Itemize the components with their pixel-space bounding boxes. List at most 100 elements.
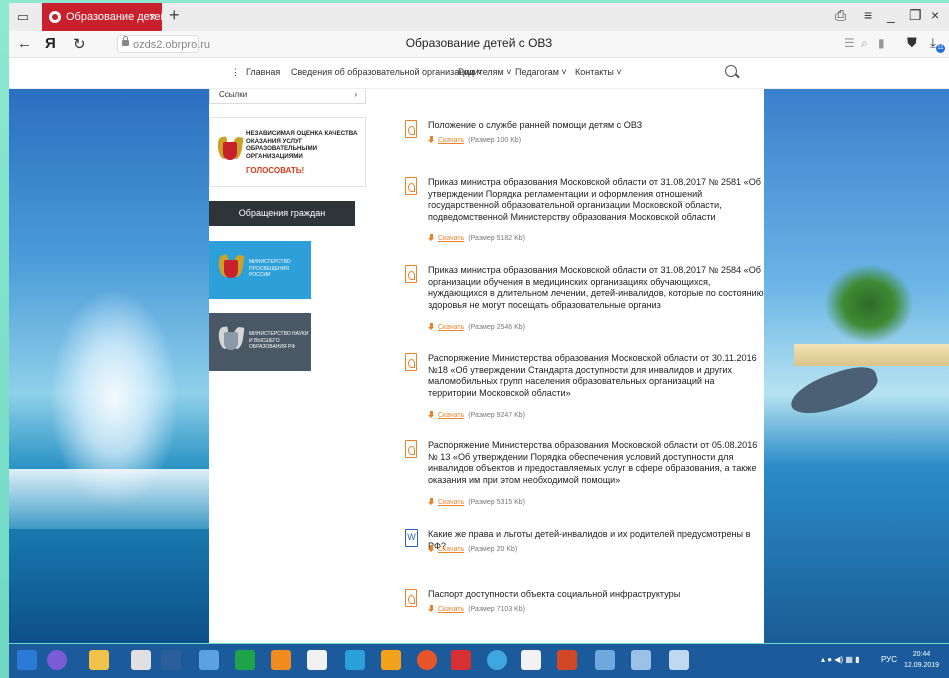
download-icon — [428, 323, 435, 330]
cortana-icon[interactable] — [47, 650, 67, 670]
download-icon — [428, 136, 435, 143]
tab-title: Образование детей с С — [66, 11, 162, 23]
document-meta: Скачать (Размер 5182 Kb) — [428, 234, 525, 242]
document-title[interactable]: Приказ министра образования Московской о… — [428, 177, 765, 223]
start-button-icon[interactable] — [17, 650, 37, 670]
pdf-icon[interactable] — [405, 177, 417, 195]
powerpoint-icon[interactable] — [557, 650, 577, 670]
chrome-icon[interactable] — [487, 650, 507, 670]
yandex-browser-icon[interactable] — [521, 650, 541, 670]
sidebar-links-item[interactable]: Ссылки › — [209, 89, 366, 104]
ministry-science-text: Министерство науки и высшего образования… — [249, 331, 309, 350]
document-title[interactable]: Приказ министра образования Московской о… — [428, 265, 765, 311]
ministry-science-emblem-icon — [217, 325, 245, 359]
bookmarks-panel-icon[interactable]: ⎙ — [835, 7, 846, 24]
download-icon — [428, 411, 435, 418]
system-clock[interactable]: 20:44 12.09.2019 — [904, 649, 939, 671]
file-size: (Размер 20 Kb) — [468, 546, 518, 553]
minimize-icon[interactable]: _ — [887, 7, 895, 23]
download-icon — [428, 234, 435, 241]
close-window-icon[interactable]: × — [931, 7, 939, 23]
document-title[interactable]: Распоряжение Министерства образования Мо… — [428, 353, 765, 399]
home-icon[interactable] — [131, 650, 151, 670]
file-explorer-icon[interactable] — [89, 650, 109, 670]
document-meta: Скачать (Размер 5315 Kb) — [428, 498, 525, 506]
protect-icon[interactable]: ⛊ — [907, 35, 917, 51]
nav-item-about[interactable]: Сведения об образовательной организации … — [291, 67, 482, 77]
tab-close-icon[interactable]: × — [149, 3, 156, 31]
browser-menu-icon[interactable]: ≡ — [864, 7, 872, 23]
download-link[interactable]: Скачать — [438, 499, 464, 506]
nav-menu-icon[interactable]: ⋮ — [231, 67, 240, 78]
search-on-page-icon[interactable]: ⌕ — [861, 36, 868, 51]
clock-time: 20:44 — [912, 651, 931, 658]
russian-emblem-icon — [216, 135, 244, 169]
photos-icon[interactable] — [669, 650, 689, 670]
document-meta: Скачать (Размер 20 Kb) — [428, 545, 517, 553]
ministry-education-banner[interactable]: Министерство просвещения России — [209, 241, 311, 299]
search-icon[interactable] — [725, 65, 737, 77]
pdf-icon[interactable] — [405, 589, 417, 607]
wifi-app-icon[interactable] — [271, 650, 291, 670]
pdf-icon[interactable] — [405, 353, 417, 371]
tab-active[interactable]: Образование детей с С × — [42, 3, 162, 31]
new-tab-button[interactable]: + — [169, 5, 180, 26]
document-app-icon[interactable] — [307, 650, 327, 670]
pdf-icon[interactable] — [405, 440, 417, 458]
citizen-appeals-button[interactable]: Обращения граждан — [209, 201, 355, 226]
browser-window: ▭ Образование детей с С × + ⎙ ≡ _ ❐ × ← … — [9, 3, 949, 643]
background-beach-right — [764, 89, 949, 643]
nav-item-parents[interactable]: Родителям ˅ — [458, 67, 512, 77]
nav-item-teachers[interactable]: Педагогам ˅ — [515, 67, 567, 77]
mail-icon[interactable] — [199, 650, 219, 670]
nav-item-contacts[interactable]: Контакты ˅ — [575, 67, 622, 77]
browser-alt-icon[interactable] — [381, 650, 401, 670]
calendar-icon[interactable] — [235, 650, 255, 670]
dolphin-image — [785, 360, 883, 422]
download-link[interactable]: Скачать — [438, 324, 464, 331]
pdf-icon[interactable] — [405, 120, 417, 138]
document-meta: Скачать (Размер 2546 Kb) — [428, 323, 525, 331]
document-title[interactable]: Паспорт доступности объекта социальной и… — [428, 589, 765, 601]
clock-date: 12.09.2019 — [904, 662, 940, 669]
reader-mode-icon[interactable]: ☰ — [844, 36, 855, 50]
language-indicator[interactable]: РУС — [881, 655, 897, 664]
russian-emblem-icon — [217, 253, 245, 287]
download-link[interactable]: Скачать — [438, 412, 464, 419]
download-link[interactable]: Скачать — [438, 606, 464, 613]
tray-icons[interactable]: ▴ ● ◀) ▦ ▮ — [821, 655, 860, 664]
nav-item-home[interactable]: Главная — [246, 67, 280, 77]
file-size: (Размер 5315 Kb) — [468, 499, 525, 506]
bookmark-icon[interactable]: ▮ — [878, 36, 885, 50]
at-app-icon[interactable] — [345, 650, 365, 670]
background-sea-left — [9, 89, 209, 643]
restore-icon[interactable]: ❐ — [909, 7, 922, 24]
document-meta: Скачать (Размер 7103 Kb) — [428, 605, 525, 613]
tab-bar: ▭ Образование детей с С × + ⎙ ≡ _ ❐ × — [9, 3, 949, 31]
downloads-badge: 11 — [936, 44, 945, 53]
download-icon — [428, 545, 435, 552]
document-title[interactable]: Распоряжение Министерства образования Мо… — [428, 440, 765, 486]
wave-image — [9, 469, 209, 529]
tabs-overview-icon[interactable]: ▭ — [15, 9, 31, 25]
site-navigation: ⋮ Главная Сведения об образовательной ор… — [9, 58, 949, 89]
opera-icon[interactable] — [417, 650, 437, 670]
file-size: (Размер 7103 Kb) — [468, 606, 525, 613]
computer-icon[interactable] — [161, 650, 181, 670]
downloads-icon[interactable]: ⤓ — [930, 35, 936, 51]
download-link[interactable]: Скачать — [438, 137, 464, 144]
download-icon — [428, 605, 435, 612]
chevron-right-icon: › — [354, 90, 357, 99]
address-bar: ← Я ↻ ozds2.obrpro.ru Образование детей … — [9, 31, 949, 58]
pdf-icon[interactable] — [405, 265, 417, 283]
ministry-science-banner[interactable]: Министерство науки и высшего образования… — [209, 313, 311, 371]
paint3d-icon[interactable] — [631, 650, 651, 670]
paint-icon[interactable] — [595, 650, 615, 670]
independent-assessment-banner[interactable]: Независимая оценка качества оказания усл… — [209, 117, 366, 187]
vote-link[interactable]: ГОЛОСОВАТЬ! — [246, 166, 304, 175]
download-link[interactable]: Скачать — [438, 546, 464, 553]
download-link[interactable]: Скачать — [438, 235, 464, 242]
yandex-icon[interactable] — [451, 650, 471, 670]
document-title[interactable]: Положение о службе ранней помощи детям с… — [428, 120, 765, 132]
word-document-icon[interactable]: W — [405, 529, 418, 547]
